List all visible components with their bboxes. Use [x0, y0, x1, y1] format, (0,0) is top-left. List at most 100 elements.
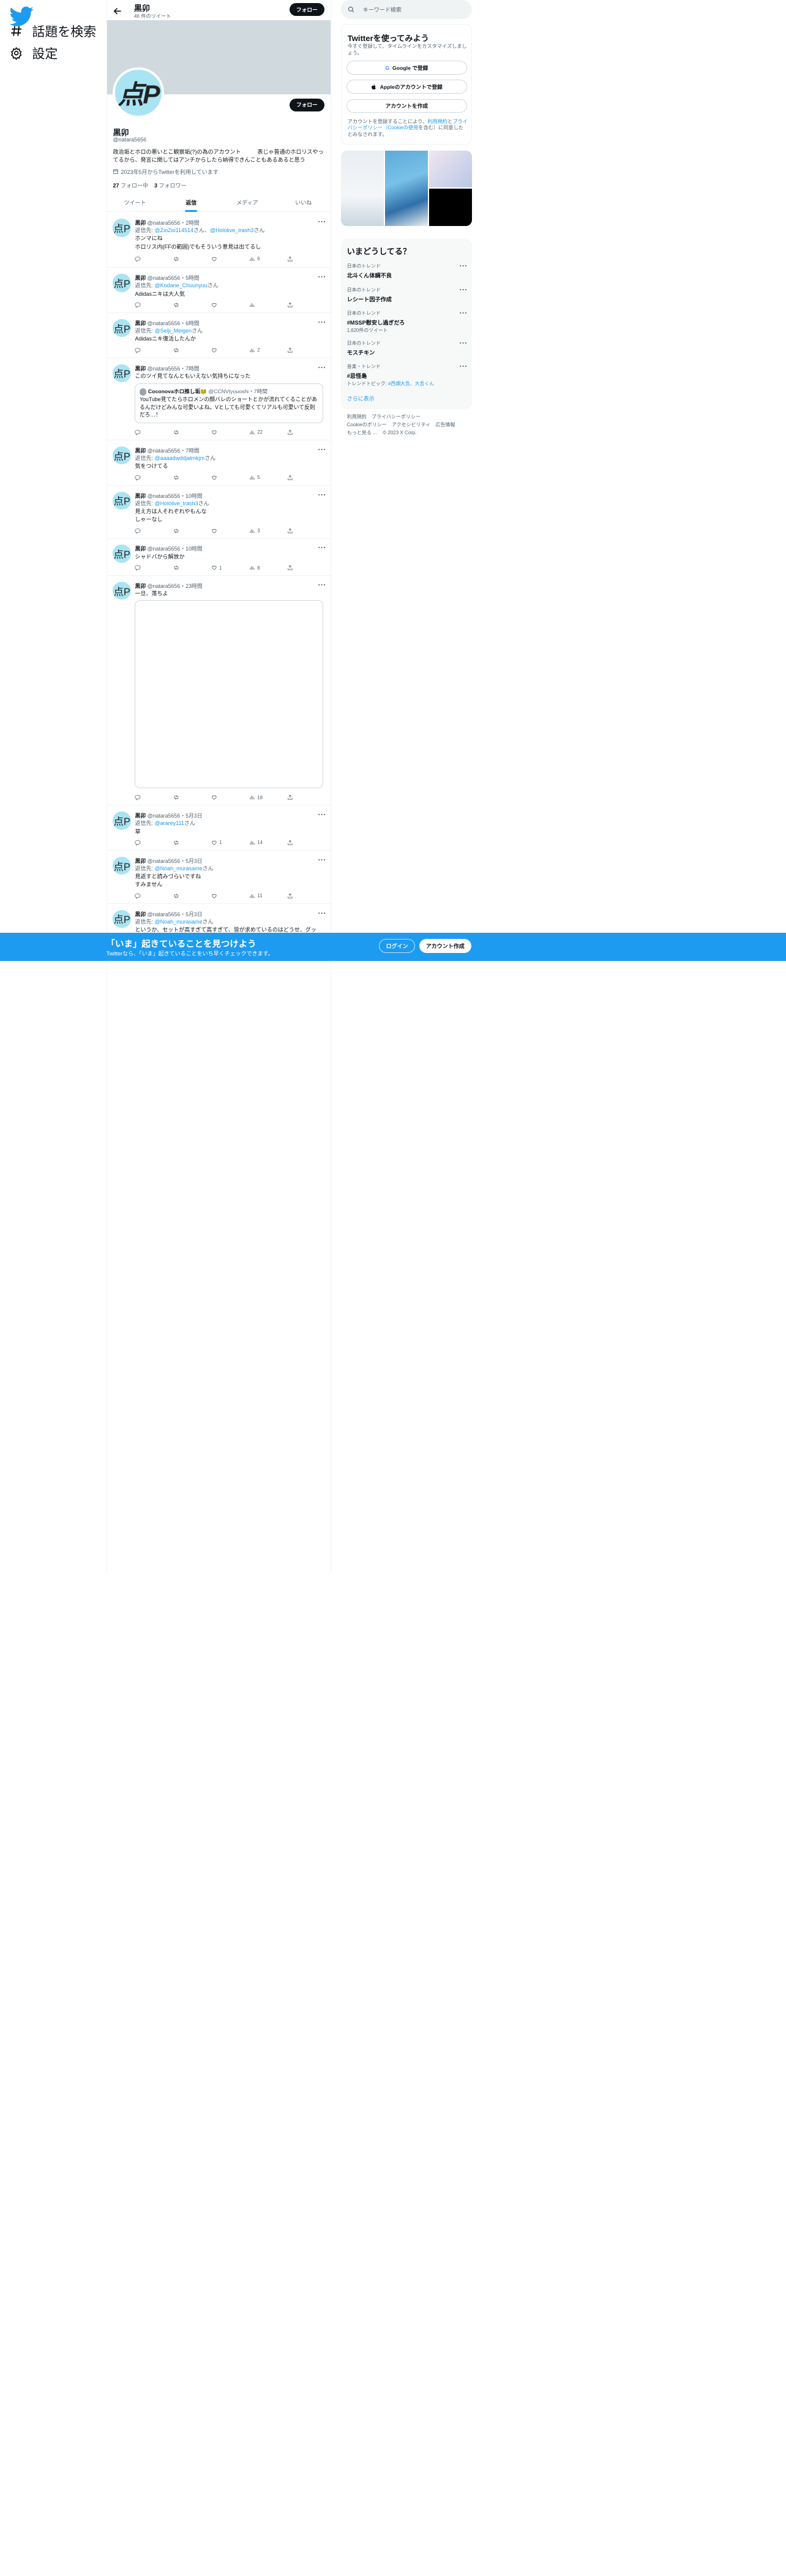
trend-topic-link[interactable]: #西畑大吾、大吾くん [388, 381, 434, 386]
reply-mention[interactable]: @aaaadwddjatmkjm [155, 455, 205, 461]
reply-button[interactable] [135, 838, 141, 846]
more-icon[interactable] [318, 812, 326, 818]
more-icon[interactable] [318, 544, 326, 551]
reply-button[interactable] [135, 564, 141, 572]
reply-mention[interactable]: @Hololive_trash3 [155, 500, 198, 507]
share-button[interactable] [287, 892, 293, 900]
header-follow-button[interactable]: フォロー [289, 2, 325, 17]
like-button[interactable]: 1 [211, 838, 222, 846]
retweet-button[interactable] [173, 346, 179, 354]
share-button[interactable] [287, 564, 293, 572]
reply-button[interactable] [135, 255, 141, 263]
retweet-button[interactable] [173, 564, 179, 572]
signup-button[interactable]: アカウント作成 [419, 939, 471, 954]
more-icon[interactable] [318, 219, 326, 225]
trend-item[interactable]: 日本のトレンド モスチキン [347, 340, 468, 356]
more-icon[interactable] [318, 492, 326, 498]
like-button[interactable] [211, 255, 219, 263]
retweet-button[interactable] [173, 527, 179, 535]
more-icon[interactable] [459, 310, 467, 316]
tweet-avatar[interactable]: 点P [113, 274, 131, 292]
tweet-item[interactable]: 点P 黒卯 @natara5656・10時間 シャドバから解放か 18 [107, 539, 332, 576]
tweet-avatar[interactable]: 点P [113, 364, 131, 383]
tweet-media[interactable] [135, 600, 324, 789]
more-icon[interactable] [318, 446, 326, 453]
retweet-button[interactable] [173, 794, 179, 802]
reply-button[interactable] [135, 527, 141, 535]
like-button[interactable] [211, 892, 219, 900]
tweet-avatar[interactable]: 点P [113, 318, 131, 337]
nav-explore[interactable]: 話題を検索 [10, 22, 96, 40]
reply-mention[interactable]: @Kodane_Chuunyuu [155, 282, 208, 288]
share-button[interactable] [287, 838, 293, 846]
tab-replies[interactable]: 返信 [163, 194, 219, 211]
tweet-avatar[interactable]: 点P [113, 491, 131, 510]
reply-button[interactable] [135, 892, 141, 900]
media-thumbnail-grid[interactable] [340, 150, 473, 226]
reply-button[interactable] [135, 346, 141, 354]
tab-tweets[interactable]: ツイート [107, 194, 163, 211]
like-button[interactable] [211, 301, 219, 309]
retweet-button[interactable] [173, 892, 179, 900]
retweet-button[interactable] [173, 301, 179, 309]
tweet-item[interactable]: 点P 黒卯 @natara5656・10時間 返信先: @Hololive_tr… [107, 486, 332, 539]
views-button[interactable]: 2 [249, 346, 260, 354]
tweet-item[interactable]: 点P 黒卯 @natara5656・7時間 返信先: @aaaadwddjatm… [107, 440, 332, 486]
more-icon[interactable] [459, 340, 467, 346]
following-link[interactable]: 27 フォロー中 [113, 183, 148, 189]
footer-link[interactable]: 広告情報 [435, 422, 455, 427]
retweet-button[interactable] [173, 255, 179, 263]
retweet-button[interactable] [173, 838, 179, 846]
share-button[interactable] [287, 255, 293, 263]
retweet-button[interactable] [173, 428, 179, 436]
login-button[interactable]: ログイン [379, 939, 416, 954]
more-icon[interactable] [459, 363, 467, 369]
terms-link[interactable]: 利用規約 [427, 119, 447, 124]
views-button[interactable]: 6 [249, 255, 260, 263]
tweet-item[interactable]: 点P 黒卯 @natara5656・2時間 返信先: @ZioZio114514… [107, 213, 332, 268]
trend-item[interactable]: 音楽・トレンド #忌怪島 トレンドトピック: #西畑大吾、大吾くん [347, 363, 468, 387]
tweet-author-name[interactable]: 黒卯 [135, 448, 146, 454]
more-icon[interactable] [459, 263, 467, 269]
reply-mention[interactable]: @Noah_murasame [155, 919, 203, 925]
tweet-avatar[interactable]: 点P [113, 544, 131, 563]
media-thumbnail[interactable] [384, 150, 429, 226]
footer-link[interactable]: 利用規約 [347, 414, 367, 420]
share-button[interactable] [287, 428, 293, 436]
reply-mention[interactable]: @ararey111 [155, 820, 184, 826]
views-button[interactable]: 5 [249, 473, 260, 481]
back-arrow-icon[interactable] [113, 6, 122, 16]
media-thumbnail[interactable] [340, 150, 384, 226]
footer-link[interactable]: Cookieのポリシー [347, 422, 387, 427]
tweet-item[interactable]: 点P 黒卯 @natara5656・5月3日 返信先: @Noah_murasa… [107, 851, 332, 904]
like-button[interactable]: 1 [211, 564, 222, 572]
like-button[interactable] [211, 346, 219, 354]
views-button[interactable]: 3 [249, 527, 260, 535]
like-button[interactable] [211, 794, 219, 802]
reply-mention[interactable]: @Noah_murasame [155, 865, 203, 872]
search-bar[interactable]: キーワード検索 [340, 0, 473, 20]
tweet-avatar[interactable]: 点P [113, 582, 131, 600]
nav-settings[interactable]: 設定 [10, 44, 58, 62]
footer-more-link[interactable]: もっと見る … [347, 430, 378, 435]
tweet-author-name[interactable]: 黒卯 [135, 546, 146, 552]
quoted-tweet[interactable]: Coconovaホロ推し垢🐸 @CCNVtyouoshi・7時間 YouTube… [135, 383, 324, 424]
tab-media[interactable]: メディア [219, 194, 275, 211]
views-button[interactable]: 14 [249, 838, 263, 846]
more-icon[interactable] [318, 319, 326, 325]
tweet-item[interactable]: 点P 黒卯 @natara5656・5月3日 返信先: @ararey111さん… [107, 805, 332, 851]
tweet-avatar[interactable]: 点P [113, 910, 131, 928]
more-icon[interactable] [318, 910, 326, 916]
more-icon[interactable] [318, 857, 326, 863]
tweet-author-name[interactable]: 黒卯 [135, 583, 146, 589]
reply-mention[interactable]: @ZioZio114514 [155, 227, 194, 233]
profile-follow-button[interactable]: フォロー [289, 98, 325, 111]
tweet-avatar[interactable]: 点P [113, 219, 131, 237]
like-button[interactable] [211, 473, 219, 481]
apple-signup-button[interactable]: Appleのアカウントで登録 [346, 80, 467, 94]
reply-mention[interactable]: @Hololive_trash3 [210, 227, 253, 233]
views-button[interactable]: 11 [249, 892, 262, 900]
reply-button[interactable] [135, 428, 141, 436]
share-button[interactable] [287, 346, 293, 354]
like-button[interactable] [211, 428, 219, 436]
